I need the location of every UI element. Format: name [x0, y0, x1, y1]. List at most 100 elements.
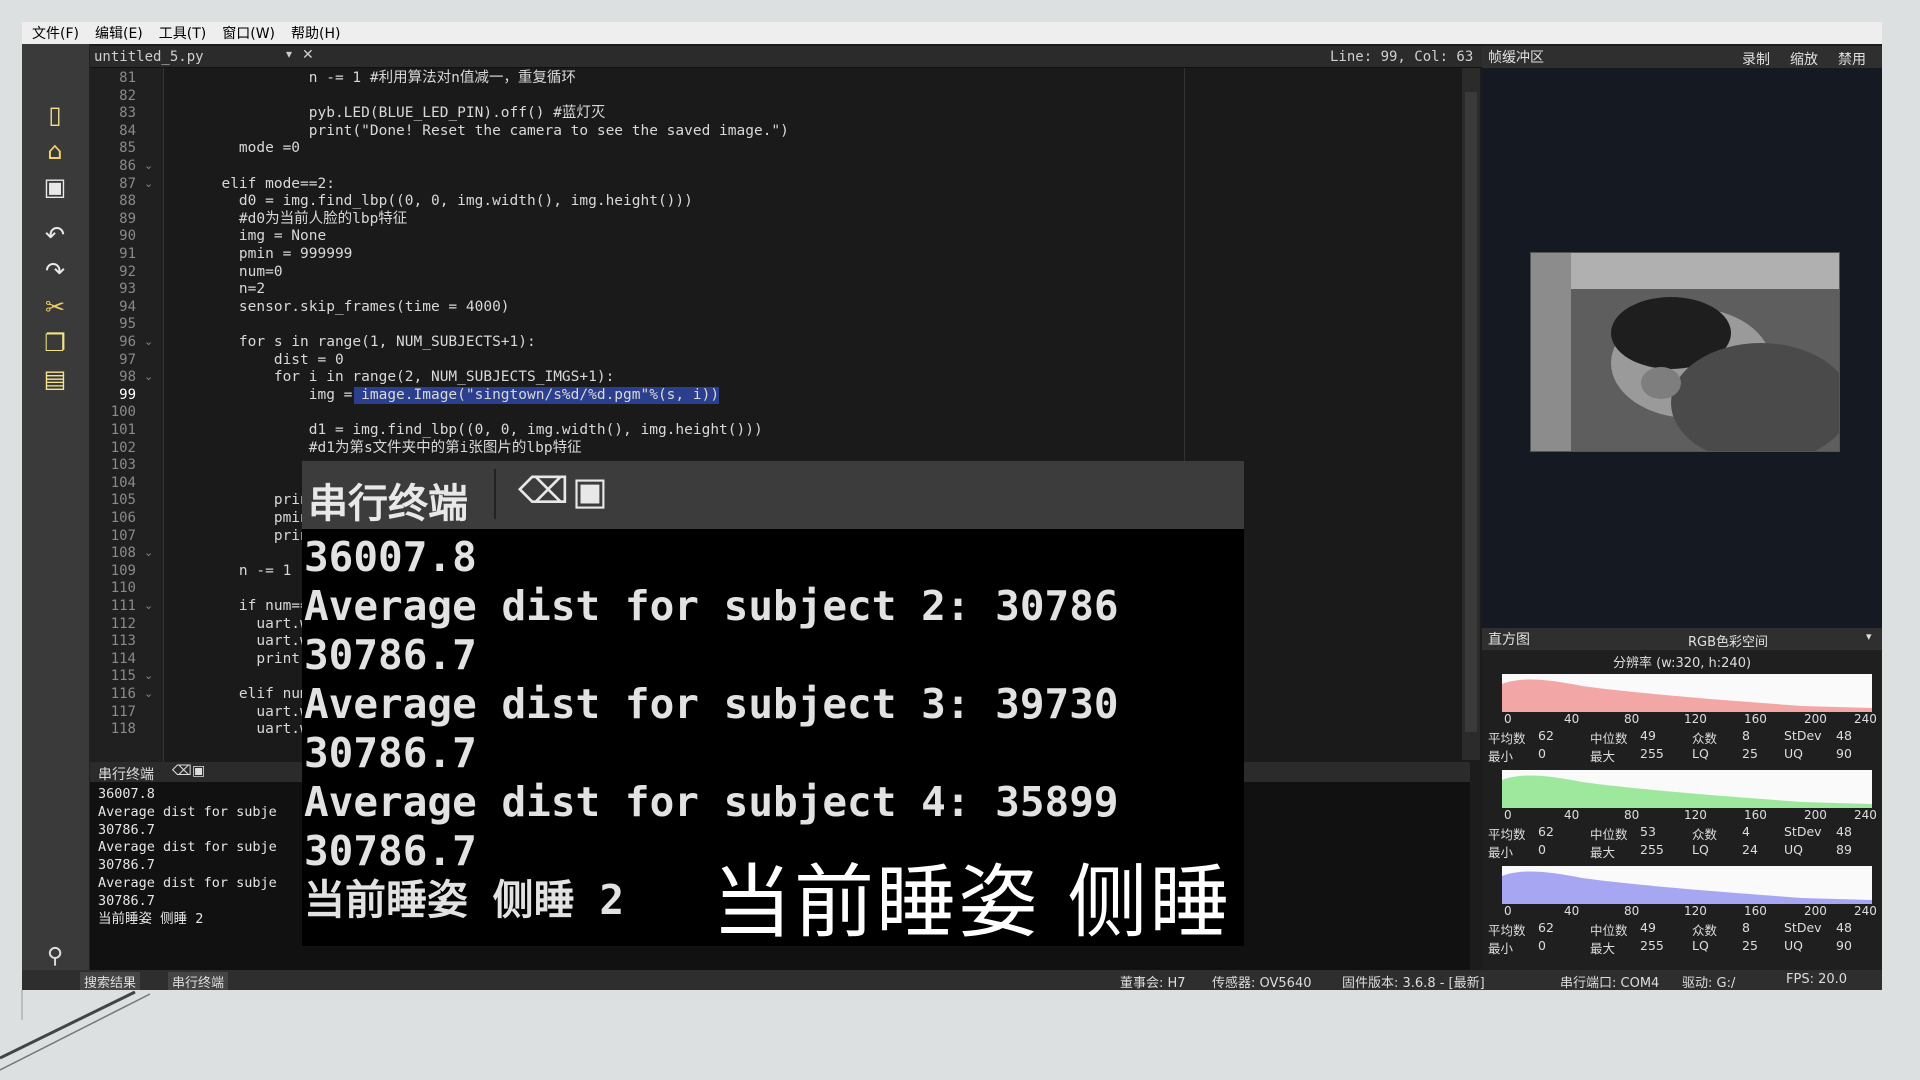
drive-status[interactable]: 驱动: G:/	[1682, 972, 1735, 990]
code-line[interactable]: mode =0	[204, 140, 300, 157]
line-number: 97	[119, 351, 136, 368]
line-number: 81	[119, 70, 136, 86]
code-line[interactable]: n -= 1	[204, 563, 291, 580]
paste-icon[interactable]: ▤	[40, 364, 70, 394]
undo-icon[interactable]: ↶	[40, 220, 70, 250]
histogram-channel: 0 40 80 120 160 200 240 平均数 62 中位数 49 众数 8 StDev 48 最小 0…	[1482, 864, 1882, 958]
serial-port-status[interactable]: 串行端口: COM4	[1560, 972, 1659, 990]
zoomed-serial-line: Average dist for subject 4: 35899	[304, 778, 1119, 826]
line-number: 110	[110, 580, 136, 597]
code-line[interactable]: n=2	[204, 281, 265, 298]
histogram-stat-value: 48	[1836, 920, 1852, 935]
redo-icon[interactable]: ↷	[40, 256, 70, 286]
editor-scrollbar[interactable]	[1462, 68, 1480, 760]
code-line[interactable]: uart.w	[204, 704, 308, 721]
save-log-icon[interactable]: ▣	[192, 763, 205, 779]
fold-marker-icon[interactable]: ⌄	[144, 599, 153, 612]
histogram-stat-value: 25	[1742, 938, 1758, 953]
fold-marker-icon[interactable]: ⌄	[144, 546, 153, 559]
code-line[interactable]: img = image.Image("singtown/s%d/%d.pgm"%…	[204, 386, 720, 404]
code-line[interactable]: for i in range(2, NUM_SUBJECTS_IMGS+1):	[204, 369, 614, 386]
line-number: 86	[119, 158, 136, 174]
code-line[interactable]: n -= 1 #利用算法对n值减一，重复循环	[204, 70, 576, 87]
histogram-stat-value: 25	[1742, 746, 1758, 761]
record-button[interactable]: 录制	[1742, 49, 1770, 69]
save-icon[interactable]: ▣	[40, 172, 70, 202]
new-file-icon[interactable]: ▯	[40, 100, 70, 130]
code-line[interactable]: uart.w	[204, 616, 308, 633]
code-line[interactable]: uart.w	[204, 721, 308, 738]
code-line[interactable]: elif mode==2:	[204, 176, 335, 193]
connect-icon[interactable]: ⚲	[40, 942, 70, 972]
code-line[interactable]: d1 = img.find_lbp((0, 0, img.width(), im…	[204, 422, 763, 439]
video-subtitle: 当前睡姿 侧睡	[712, 856, 1232, 949]
histogram-stat-value: 53	[1640, 824, 1656, 839]
histogram-stat-value: 4	[1742, 824, 1750, 839]
histogram-stat-label: UQ	[1784, 938, 1803, 953]
code-line[interactable]: elif num=	[204, 686, 318, 703]
disable-button[interactable]: 禁用	[1838, 49, 1866, 69]
histogram-stat-label: 最大	[1590, 845, 1616, 860]
histogram-tick: 40	[1564, 712, 1580, 726]
cut-icon[interactable]: ✂	[40, 292, 70, 322]
code-line[interactable]: #d0为当前人脸的lbp特征	[204, 211, 407, 228]
colorspace-dropdown-icon[interactable]: ▾	[1866, 630, 1872, 643]
scroll-thumb[interactable]	[1465, 92, 1477, 732]
histogram-tick: 40	[1564, 808, 1580, 822]
code-line[interactable]: dist = 0	[204, 352, 344, 369]
code-line[interactable]: d	[204, 475, 318, 492]
code-line[interactable]: img = None	[204, 228, 326, 245]
code-line[interactable]: for s in range(1, NUM_SUBJECTS+1):	[204, 334, 536, 351]
fold-marker-icon[interactable]: ⌄	[144, 370, 153, 383]
code-line[interactable]: uart.w	[204, 633, 308, 650]
code-line[interactable]: pmin	[204, 510, 309, 527]
code-line[interactable]: sensor.skip_frames(time = 4000)	[204, 299, 510, 316]
code-line[interactable]: #d1为第s文件夹中的第i张图片的lbp特征	[204, 440, 582, 457]
colorspace-select[interactable]: RGB色彩空间	[1688, 631, 1768, 650]
histogram-tick: 0	[1504, 904, 1512, 918]
board-status[interactable]: 董事会: H7	[1120, 972, 1186, 990]
fold-marker-icon[interactable]: ⌄	[144, 159, 153, 172]
code-line[interactable]: print("Done! Reset the camera to see the…	[204, 123, 789, 140]
fold-marker-icon[interactable]: ⌄	[144, 335, 153, 348]
code-line[interactable]: if num==1	[204, 598, 318, 615]
open-folder-icon[interactable]: ⌂	[40, 136, 70, 166]
histogram-tick: 40	[1564, 904, 1580, 918]
tab-dropdown-icon[interactable]: ▾	[286, 47, 292, 61]
clear-icon[interactable]: ⌫	[172, 763, 192, 779]
code-line[interactable]: print	[204, 528, 318, 545]
search-results-tab[interactable]: 搜索结果	[80, 972, 141, 990]
histogram-stat-value: 255	[1640, 746, 1664, 761]
file-tab[interactable]: untitled_5.py	[94, 49, 204, 65]
histogram-stat-label: 最大	[1590, 749, 1616, 764]
histogram-stat-value: 62	[1538, 824, 1554, 839]
line-number: 82	[119, 87, 136, 104]
serial-terminal-tab[interactable]: 串行终端	[168, 972, 229, 990]
code-line[interactable]: pmin = 999999	[204, 246, 353, 263]
fold-marker-icon[interactable]: ⌄	[144, 687, 153, 700]
menu-item-2[interactable]: 工具(T)	[159, 23, 206, 43]
fold-marker-icon[interactable]: ⌄	[144, 669, 153, 682]
code-line[interactable]: num=0	[204, 264, 283, 281]
copy-icon[interactable]: ❐	[40, 328, 70, 358]
zoomed-serial-line: 30786.7	[304, 729, 477, 777]
firmware-status[interactable]: 固件版本: 3.6.8 - [最新]	[1342, 972, 1485, 990]
line-number: 112	[110, 615, 136, 632]
histogram-stat-value: 48	[1836, 824, 1852, 839]
menu-item-4[interactable]: 帮助(H)	[291, 23, 340, 43]
histogram-stat-label: 最小	[1488, 941, 1514, 956]
code-line[interactable]: print(	[204, 651, 308, 668]
histogram-stat-label: 中位数	[1590, 923, 1628, 938]
code-line[interactable]: print	[204, 492, 318, 509]
code-line[interactable]: pyb.LED(BLUE_LED_PIN).off() #蓝灯灭	[204, 105, 606, 122]
menu-item-1[interactable]: 编辑(E)	[95, 23, 143, 43]
line-number: 106	[110, 510, 136, 526]
zoom-button[interactable]: 缩放	[1790, 49, 1818, 69]
fold-marker-icon[interactable]: ⌄	[144, 177, 153, 190]
frame-buffer-view	[1482, 68, 1882, 628]
menu-item-3[interactable]: 窗口(W)	[222, 23, 275, 43]
histogram-header: 直方图 RGB色彩空间 ▾	[1482, 628, 1882, 650]
menu-item-0[interactable]: 文件(F)	[32, 23, 79, 43]
close-tab-icon[interactable]: ✕	[302, 47, 314, 63]
code-line[interactable]: d0 = img.find_lbp((0, 0, img.width(), im…	[204, 193, 693, 210]
